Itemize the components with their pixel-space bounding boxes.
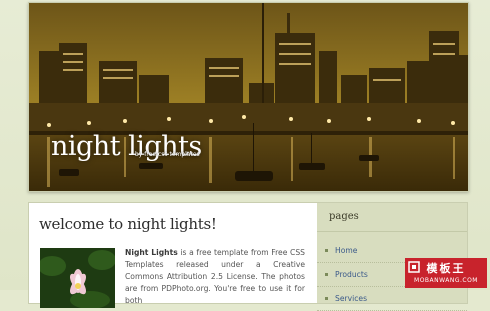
- sidebar-item-label[interactable]: Services: [335, 294, 367, 303]
- sidebar-heading: pages: [329, 211, 359, 222]
- sidebar-divider: [317, 231, 467, 232]
- intro-paragraph: Night Lights is a free template from Fre…: [125, 247, 305, 307]
- bullet-icon: [325, 297, 328, 300]
- logo-url: MOBANWANG.COM: [414, 277, 478, 284]
- site-subtitle: by free css templates: [135, 151, 200, 158]
- sidebar: pages Home Products Services: [317, 202, 468, 311]
- logo-text: 模板王: [426, 262, 466, 275]
- lotus-photo: [40, 248, 115, 308]
- header-banner: night lights by free css templates: [28, 2, 469, 192]
- bullet-icon: [325, 249, 328, 252]
- night-city-photo: [29, 3, 468, 191]
- sidebar-item-label[interactable]: Home: [335, 246, 357, 255]
- sidebar-item-services[interactable]: Services: [317, 287, 467, 311]
- intro-bold: Night Lights: [125, 248, 178, 257]
- bullet-icon: [325, 273, 328, 276]
- main-content: welcome to night lights! Night Lights is…: [28, 202, 318, 308]
- mobanwang-logo: 模板王 MOBANWANG.COM: [405, 258, 487, 288]
- sidebar-item-label[interactable]: Products: [335, 270, 368, 279]
- page-title: welcome to night lights!: [39, 215, 217, 233]
